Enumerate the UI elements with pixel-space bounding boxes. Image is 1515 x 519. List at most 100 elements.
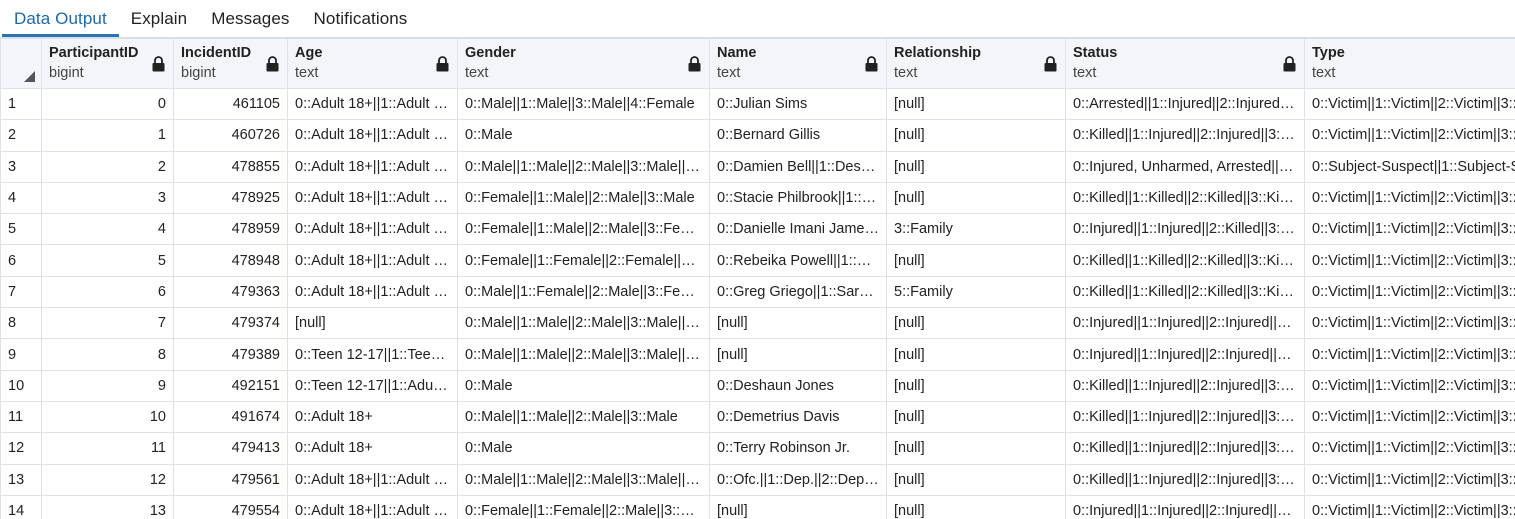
cell-age[interactable]: 0::Adult 18+||1::Adult 18+ xyxy=(287,181,458,215)
cell-status[interactable]: 0::Killed||1::Injured||2::Injured||3::In… xyxy=(1065,432,1305,465)
cell-status[interactable]: 0::Killed||1::Killed||2::Killed||3::Kill… xyxy=(1065,275,1305,309)
cell-status[interactable]: 0::Killed||1::Killed||2::Killed||3::Kill… xyxy=(1065,244,1305,277)
cell-status[interactable]: 0::Arrested||1::Injured||2::Injured||3::… xyxy=(1065,87,1305,121)
cell-status[interactable]: 0::Injured||1::Injured||2::Injured||3::I… xyxy=(1065,494,1305,519)
table-row[interactable]: 1 0 461105 0::Adult 18+||1::Adult 18+ 0::Mal… xyxy=(0,87,1515,121)
cell-incidentid[interactable]: 479554 xyxy=(173,494,288,519)
cell-incidentid[interactable]: 478948 xyxy=(173,244,288,277)
cell-participantid[interactable]: 13 xyxy=(41,494,174,519)
cell-name[interactable]: 0::Ofc.||1::Dep.||2::Dep.||3::Dep. xyxy=(709,463,887,496)
cell-type[interactable]: 0::Victim||1::Victim||2::Victim||3::Vict… xyxy=(1304,400,1515,434)
cell-participantid[interactable]: 6 xyxy=(41,275,174,309)
table-row[interactable]: 3 2 478855 0::Adult 18+||1::Adult 18+ 0::Mal… xyxy=(0,150,1515,183)
table-row[interactable]: 8 7 479374 [null] 0::Male||1::Male||2::Male|… xyxy=(0,307,1515,340)
cell-name[interactable]: 0::Stacie Philbrook||1::Christopher xyxy=(709,181,887,215)
cell-gender[interactable]: 0::Male||1::Male||2::Male||3::Male||4::M… xyxy=(457,463,710,496)
table-row[interactable]: 7 6 479363 0::Adult 18+||1::Adult 18+ 0::Mal… xyxy=(0,275,1515,309)
row-number[interactable]: 5 xyxy=(0,213,42,246)
cell-type[interactable]: 0::Victim||1::Victim||2::Victim||3::Vict… xyxy=(1304,181,1515,215)
cell-gender[interactable]: 0::Male||1::Male||2::Male||3::Male xyxy=(457,400,710,434)
cell-incidentid[interactable]: 491674 xyxy=(173,400,288,434)
cell-age[interactable]: 0::Adult 18+||1::Adult 18+ xyxy=(287,213,458,246)
column-header-incidentid[interactable]: IncidentID bigint xyxy=(173,38,288,89)
cell-incidentid[interactable]: 479389 xyxy=(173,338,288,371)
table-row[interactable]: 984793890::Teen 12-17||1::Teen 12-170::M… xyxy=(0,338,1515,371)
cell-gender[interactable]: 0::Female||1::Male||2::Male||3::Female xyxy=(457,213,710,246)
cell-gender[interactable]: 0::Male||1::Female||2::Male||3::Female xyxy=(457,275,710,309)
cell-type[interactable]: 0::Victim||1::Victim||2::Victim||3::Vict… xyxy=(1304,432,1515,465)
row-number[interactable]: 11 xyxy=(0,400,42,434)
row-number[interactable]: 9 xyxy=(0,338,42,371)
cell-participantid[interactable]: 9 xyxy=(41,369,174,402)
table-row[interactable]: 11 10 491674 0::Adult 18+ 0::Male||1::Male||… xyxy=(0,400,1515,434)
cell-status[interactable]: 0::Killed||1::Injured||2::Injured||3::In… xyxy=(1065,400,1305,434)
cell-type[interactable]: 0::Victim||1::Victim||2::Victim||3::Vict… xyxy=(1304,494,1515,519)
cell-age[interactable]: 0::Adult 18+||1::Adult 18+ xyxy=(287,494,458,519)
table-row[interactable]: 2 1 460726 0::Adult 18+||1::Adult 18+ 0::Mal… xyxy=(0,119,1515,152)
cell-relationship[interactable]: [null] xyxy=(886,150,1066,183)
cell-name[interactable]: [null] xyxy=(709,338,887,371)
cell-gender[interactable]: 0::Female||1::Female||2::Male||3::Male xyxy=(457,494,710,519)
cell-relationship[interactable]: [null] xyxy=(886,181,1066,215)
cell-incidentid[interactable]: 479561 xyxy=(173,463,288,496)
cell-age[interactable]: [null] xyxy=(287,307,458,340)
column-header-gender[interactable]: Gender text xyxy=(457,38,710,89)
cell-participantid[interactable]: 4 xyxy=(41,213,174,246)
tab-data-output[interactable]: Data Output xyxy=(2,0,119,37)
cell-type[interactable]: 0::Victim||1::Victim||2::Victim||3::Vict… xyxy=(1304,338,1515,371)
cell-incidentid[interactable]: 478855 xyxy=(173,150,288,183)
row-number[interactable]: 4 xyxy=(0,181,42,215)
row-number[interactable]: 10 xyxy=(0,369,42,402)
cell-relationship[interactable]: [null] xyxy=(886,369,1066,402)
cell-incidentid[interactable]: 479374 xyxy=(173,307,288,340)
cell-incidentid[interactable]: 478959 xyxy=(173,213,288,246)
cell-name[interactable]: 0::Bernard Gillis xyxy=(709,119,887,152)
cell-relationship[interactable]: [null] xyxy=(886,338,1066,371)
cell-status[interactable]: 0::Killed||1::Injured||2::Injured||3::In… xyxy=(1065,119,1305,152)
cell-participantid[interactable]: 5 xyxy=(41,244,174,277)
cell-gender[interactable]: 0::Male||1::Male||2::Male||3::Male||4::M… xyxy=(457,338,710,371)
cell-type[interactable]: 0::Victim||1::Victim||2::Victim||3::Vict… xyxy=(1304,369,1515,402)
cell-name[interactable]: 0::Deshaun Jones xyxy=(709,369,887,402)
cell-relationship[interactable]: [null] xyxy=(886,119,1066,152)
column-header-name[interactable]: Name text xyxy=(709,38,887,89)
cell-status[interactable]: 0::Injured||1::Injured||2::Injured||3::I… xyxy=(1065,338,1305,371)
cell-status[interactable]: 0::Killed||1::Injured||2::Injured||3::In… xyxy=(1065,463,1305,496)
cell-name[interactable]: 0::Damien Bell||1::Desmond xyxy=(709,150,887,183)
cell-age[interactable]: 0::Adult 18+||1::Adult 18+ xyxy=(287,244,458,277)
cell-participantid[interactable]: 11 xyxy=(41,432,174,465)
cell-incidentid[interactable]: 492151 xyxy=(173,369,288,402)
cell-relationship[interactable]: [null] xyxy=(886,307,1066,340)
table-row[interactable]: 13 12 479561 0::Adult 18+||1::Adult 18+ 0::M… xyxy=(0,463,1515,496)
row-number[interactable]: 2 xyxy=(0,119,42,152)
cell-name[interactable]: 0::Julian Sims xyxy=(709,87,887,121)
cell-participantid[interactable]: 10 xyxy=(41,400,174,434)
column-header-participantid[interactable]: ParticipantID bigint xyxy=(41,38,174,89)
cell-name[interactable]: 0::Terry Robinson Jr. xyxy=(709,432,887,465)
row-number[interactable]: 3 xyxy=(0,150,42,183)
cell-relationship[interactable]: 3::Family xyxy=(886,213,1066,246)
row-number[interactable]: 14 xyxy=(0,494,42,519)
table-row[interactable]: 14 13 479554 0::Adult 18+||1::Adult 18+ 0::F… xyxy=(0,494,1515,519)
cell-type[interactable]: 0::Victim||1::Victim||2::Victim||3::Vict… xyxy=(1304,463,1515,496)
cell-participantid[interactable]: 7 xyxy=(41,307,174,340)
cell-age[interactable]: 0::Teen 12-17||1::Adult 18+ xyxy=(287,369,458,402)
cell-type[interactable]: 0::Victim||1::Victim||2::Victim||3::Vict… xyxy=(1304,87,1515,121)
cell-name[interactable]: 0::Danielle Imani Jameison xyxy=(709,213,887,246)
row-number[interactable]: 1 xyxy=(0,87,42,121)
cell-participantid[interactable]: 1 xyxy=(41,119,174,152)
cell-name[interactable]: 0::Greg Griego||1::Sara Griego xyxy=(709,275,887,309)
column-header-age[interactable]: Age text xyxy=(287,38,458,89)
cell-gender[interactable]: 0::Male||1::Male||3::Male||4::Female xyxy=(457,87,710,121)
cell-status[interactable]: 0::Killed||1::Injured||2::Injured||3::In… xyxy=(1065,369,1305,402)
cell-participantid[interactable]: 12 xyxy=(41,463,174,496)
table-row[interactable]: 4 3 478925 0::Adult 18+||1::Adult 18+ 0::Fem… xyxy=(0,181,1515,215)
tab-notifications[interactable]: Notifications xyxy=(302,0,420,37)
cell-age[interactable]: 0::Adult 18+||1::Adult 18+ xyxy=(287,275,458,309)
cell-status[interactable]: 0::Injured, Unharmed, Arrested||1::Injur… xyxy=(1065,150,1305,183)
cell-age[interactable]: 0::Adult 18+||1::Adult 18+ xyxy=(287,150,458,183)
cell-type[interactable]: 0::Victim||1::Victim||2::Victim||3::Vict… xyxy=(1304,244,1515,277)
table-row[interactable]: 6 5 478948 0::Adult 18+||1::Adult 18+ 0::Fem… xyxy=(0,244,1515,277)
cell-type[interactable]: 0::Victim||1::Victim||2::Victim||3::Vict… xyxy=(1304,119,1515,152)
cell-participantid[interactable]: 0 xyxy=(41,87,174,121)
